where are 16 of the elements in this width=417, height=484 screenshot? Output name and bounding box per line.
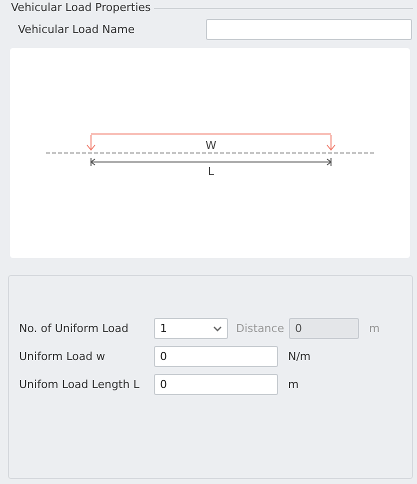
field-label: Vehicular Load Name [18,23,136,36]
length-label: L [208,165,214,178]
field-label: Distance [236,322,286,335]
unit-label: N/m [288,350,311,363]
chevron-down-icon [213,326,222,332]
unit-label: m [288,378,299,391]
load-label: W [206,139,216,152]
field-label: No. of Uniform Load [19,322,130,335]
name-input[interactable] [206,19,412,40]
count-dropdown[interactable]: 1 [154,318,228,339]
value-input[interactable]: 0 [154,346,278,367]
field-label: Uniform Load w [19,350,106,363]
value-input[interactable]: 0 [154,374,278,395]
unit-label: m [369,322,380,335]
group-title: Vehicular Load Properties [8,1,154,14]
field-label: Unifom Load Length L [19,378,140,391]
